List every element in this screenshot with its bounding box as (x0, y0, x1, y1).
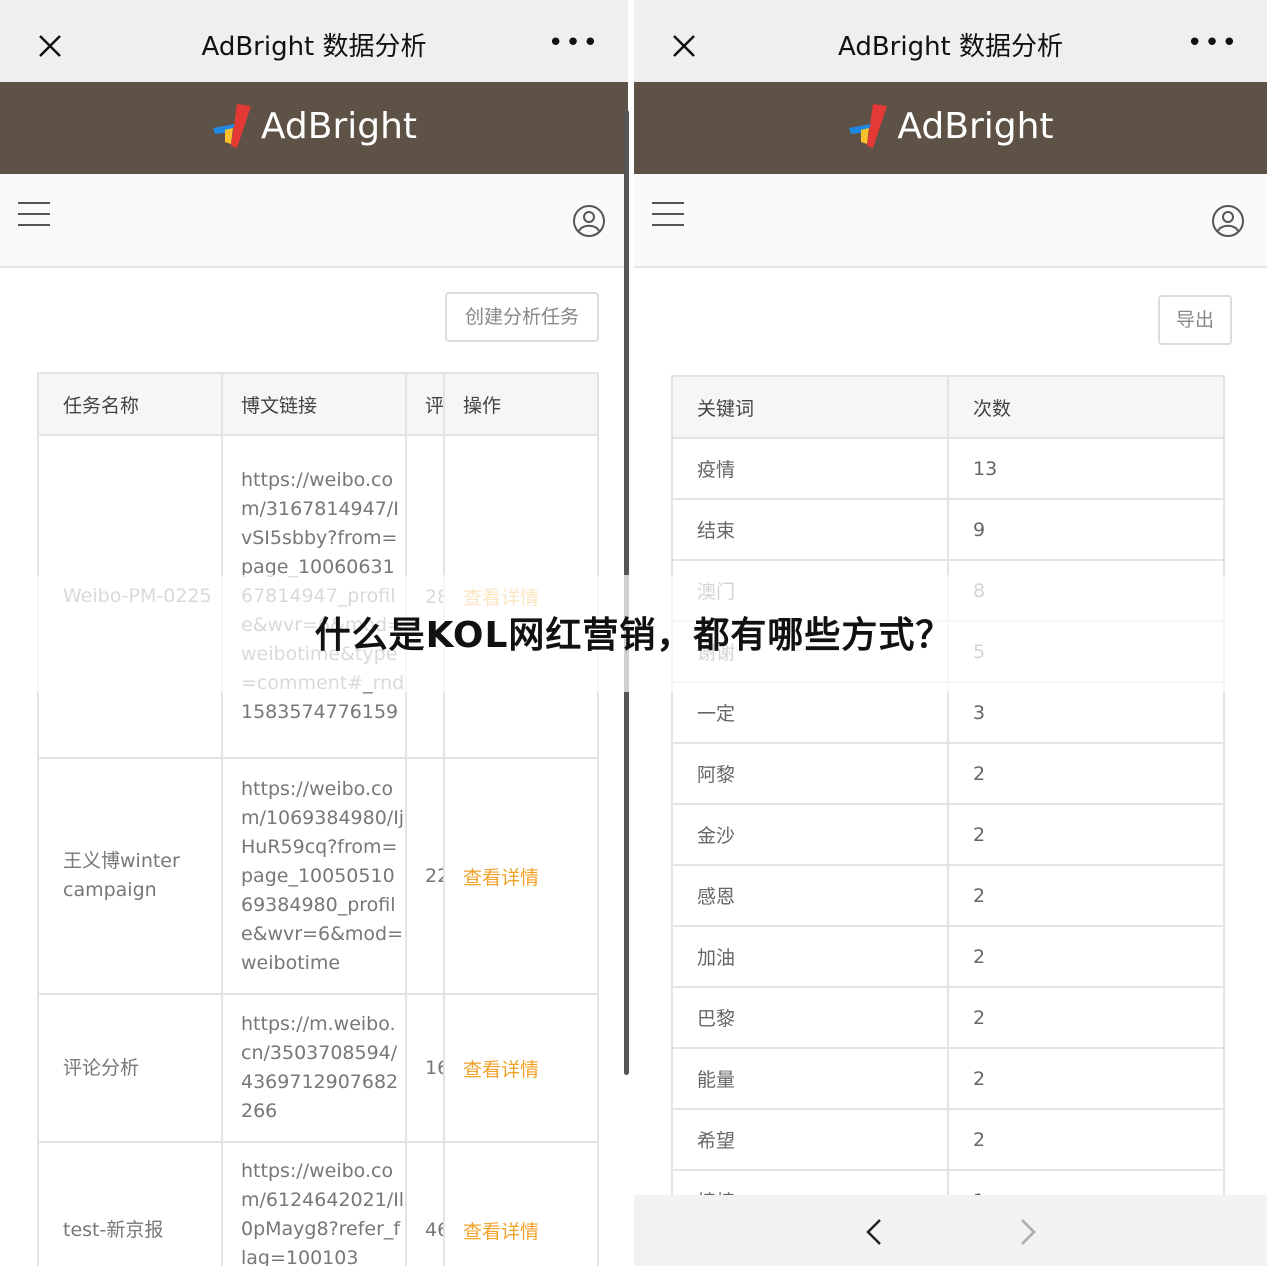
table-row: 金沙 2 (671, 803, 1225, 866)
table-row: 加油 2 (671, 925, 1225, 988)
count: 2 (947, 742, 1225, 805)
window-title: AdBright 数据分析 (201, 32, 427, 62)
count: 2 (947, 803, 1225, 866)
table-row: 评论分析 https://m.weibo.cn/3503708594/43697… (37, 993, 599, 1143)
table-row: test-新京报 https://weibo.com/6124642021/Il… (37, 1141, 599, 1266)
nav-bar (0, 174, 628, 268)
overlay-caption: 什么是KOL网红营销，都有哪些方式？ (314, 615, 953, 656)
count: 9 (947, 498, 1225, 561)
view-details-link[interactable]: 查看详情 (443, 993, 599, 1143)
post-link: https://m.weibo.cn/3503708594/4369712907… (221, 993, 407, 1143)
column-header: 任务名称 (37, 372, 223, 436)
count: 2 (947, 986, 1225, 1049)
nav-bar (634, 174, 1267, 268)
table-row: 希望 2 (671, 1108, 1225, 1171)
count: 2 (947, 1047, 1225, 1110)
column-header: 博文链接 (221, 372, 407, 436)
count: 2 (947, 864, 1225, 927)
view-details-link[interactable]: 查看详情 (443, 1141, 599, 1266)
brand-logo[interactable]: AdBright (0, 102, 628, 154)
more-icon[interactable]: ••• (1187, 28, 1239, 58)
column-header: 评 (405, 372, 445, 436)
create-analysis-task-button[interactable]: 创建分析任务 (445, 292, 599, 342)
brand-name: AdBright (897, 105, 1054, 147)
count: 2 (947, 925, 1225, 988)
window-titlebar: AdBright 数据分析 ••• (634, 0, 1267, 82)
table-row: 疫情 13 (671, 437, 1225, 500)
browser-bottom-bar (634, 1195, 1267, 1266)
post-link: https://weibo.com/1069384980/IjHuR59cq?f… (221, 757, 407, 995)
brand-logo[interactable]: AdBright (634, 102, 1267, 154)
task-name: test-新京报 (37, 1141, 223, 1266)
window-titlebar: AdBright 数据分析 ••• (0, 0, 628, 82)
brand-logo-icon (849, 104, 888, 148)
keyword: 金沙 (671, 803, 949, 866)
hamburger-menu-icon[interactable] (18, 202, 50, 230)
view-details-link[interactable]: 查看详情 (443, 757, 599, 995)
table-header-row: 关键词 次数 (671, 375, 1225, 439)
comment-count: 16 (405, 993, 445, 1143)
column-header: 关键词 (671, 375, 949, 439)
forward-icon[interactable] (1018, 1217, 1038, 1247)
table-row: 能量 2 (671, 1047, 1225, 1110)
user-icon[interactable] (1211, 204, 1245, 238)
table-row: 结束 9 (671, 498, 1225, 561)
comment-count: 22 (405, 757, 445, 995)
column-header: 操作 (443, 372, 599, 436)
post-link: https://weibo.com/6124642021/Il0pMayg8?r… (221, 1141, 407, 1266)
table-header-row: 任务名称 博文链接 评 操作 (37, 372, 599, 436)
user-icon[interactable] (572, 204, 606, 238)
hamburger-menu-icon[interactable] (652, 202, 684, 230)
keyword: 能量 (671, 1047, 949, 1110)
task-name: 评论分析 (37, 993, 223, 1143)
keyword: 感恩 (671, 864, 949, 927)
count: 13 (947, 437, 1225, 500)
keyword: 结束 (671, 498, 949, 561)
table-row: 王义博winter campaign https://weibo.com/106… (37, 757, 599, 995)
back-icon[interactable] (864, 1217, 884, 1247)
keyword: 希望 (671, 1108, 949, 1171)
keyword: 巴黎 (671, 986, 949, 1049)
more-icon[interactable]: ••• (548, 28, 600, 58)
keyword: 阿黎 (671, 742, 949, 805)
table-row: 巴黎 2 (671, 986, 1225, 1049)
brand-bar: AdBright (0, 82, 628, 174)
keyword-table: 关键词 次数 疫情13 结束9 澳门8 谢谢5 一定3 阿黎2 金沙2 感恩2 … (671, 375, 1225, 1232)
brand-bar: AdBright (634, 82, 1267, 174)
table-row: 感恩 2 (671, 864, 1225, 927)
task-name: 王义博winter campaign (37, 757, 223, 995)
brand-name: AdBright (260, 105, 418, 147)
keyword: 加油 (671, 925, 949, 988)
comment-count: 46 (405, 1141, 445, 1266)
table-row: 阿黎 2 (671, 742, 1225, 805)
window-title: AdBright 数据分析 (837, 32, 1064, 62)
keyword: 疫情 (671, 437, 949, 500)
task-table: 任务名称 博文链接 评 操作 Weibo-PM-0225 https://wei… (37, 372, 599, 1266)
count: 2 (947, 1108, 1225, 1171)
brand-logo-icon (212, 104, 251, 148)
export-button[interactable]: 导出 (1158, 295, 1232, 345)
column-header: 次数 (947, 375, 1225, 439)
